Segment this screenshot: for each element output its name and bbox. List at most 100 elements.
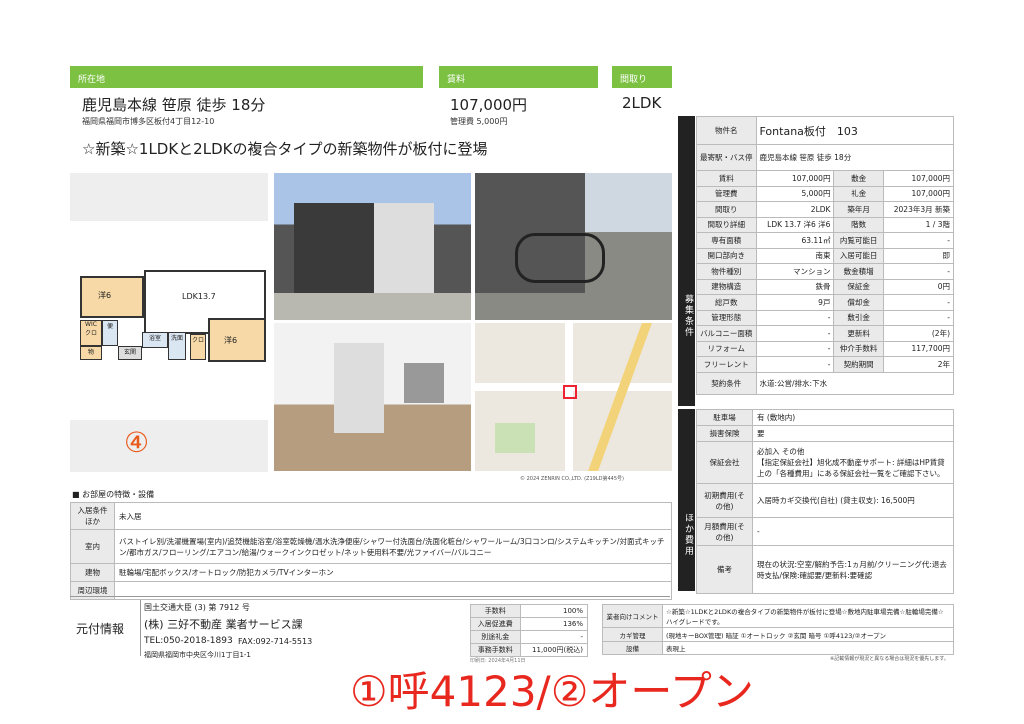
spec-row: 建物構造 鉄骨 保証金 0円 — [696, 278, 955, 295]
comment-table: 業者向けコメント ☆新築☆1LDKと2LDKの複合タイプの新築物件が板付に登場☆敷… — [602, 604, 954, 655]
agent-name: (株) 三好不動産 業者サービス課 — [144, 618, 303, 631]
spec-value: - — [755, 356, 835, 373]
spec-row: 間取り 2LDK 築年月 2023年3月 新築 — [696, 201, 955, 218]
spec-label: 敷引金 — [833, 309, 884, 326]
spec-row: 管理形態 - 敷引金 - — [696, 309, 955, 326]
floor-plan: 洋6 LDK13.7 洋6 WIC クロ 物 便 玄関 浴室 洗面 クロ — [72, 262, 268, 370]
spec-label: 管理形態 — [696, 309, 757, 326]
spec-row: 専有面積 63.11㎡ 内覧可能日 - — [696, 232, 955, 249]
spec-row: 間取り詳細 LDK 13.7 洋6 洋6 階数 1 / 3階 — [696, 216, 955, 233]
spec-label: バルコニー面積 — [696, 325, 757, 342]
admin-fee: 管理費 5,000円 — [450, 117, 508, 126]
feature-value: 未入居 — [114, 502, 672, 530]
spec-value: - — [755, 325, 835, 342]
fee-value: 136% — [519, 617, 588, 631]
spec-label: 敷金 — [833, 170, 884, 187]
rent-header: 賃料 — [439, 66, 598, 88]
feature-label: 室内 — [70, 529, 115, 564]
spec-table: 物件名 Fontana板付 103 最寄駅・バス停 鹿児島本線 笹原 徒歩 18分 … — [696, 116, 955, 395]
spec-label: 間取り詳細 — [696, 216, 757, 233]
spec-value: 5,000円 — [755, 185, 835, 202]
spec-row: フリーレント - 契約期間 2年 — [696, 356, 955, 373]
spec-value: - — [882, 309, 955, 326]
spec-label: 更新料 — [833, 325, 884, 342]
feature-row: 室内 バストイレ別/洗濯機置場(室内)/追焚機能浴室/浴室乾燥機/温水洗浄便座/シ… — [70, 529, 672, 564]
spec-value: 63.11㎡ — [755, 232, 835, 249]
spec-value: 0円 — [882, 278, 955, 295]
spec-label: 入居可能日 — [833, 247, 884, 264]
feature-value: バストイレ別/洗濯機置場(室内)/追焚機能浴室/浴室乾燥機/温水洗浄便座/シャワ… — [114, 529, 672, 564]
spec-value: - — [755, 309, 835, 326]
spec-label: 管理費 — [696, 185, 757, 202]
feature-row: 建物 駐輪場/宅配ボックス/オートロック/防犯カメラ/TVインターホン — [70, 563, 672, 582]
other-table: 駐車場有 (敷地内) 損害保険要 保証会社 必加入 その他 【指定保証会社】旭化成… — [696, 409, 954, 594]
bicycle-parking-photo — [475, 173, 672, 320]
map-photo — [475, 323, 672, 471]
spec-value: マンション — [755, 263, 835, 280]
spec-value: 107,000円 — [882, 170, 955, 187]
spec-value: LDK 13.7 洋6 洋6 — [755, 216, 835, 233]
spec-label: 賃料 — [696, 170, 757, 187]
station: 鹿児島本線 笹原 徒歩 18分 — [82, 96, 266, 114]
features-title: ■ お部屋の特徴・設備 — [72, 490, 155, 499]
agent-divider — [140, 600, 141, 656]
feature-label: 入居条件ほか — [70, 502, 115, 530]
plan-bottom-blank — [70, 420, 268, 472]
spec-value: 9戸 — [755, 294, 835, 311]
spec-label: 開口部向き — [696, 247, 757, 264]
fee-label: 入居促進費 — [470, 617, 521, 631]
catch-copy: ☆新築☆1LDKと2LDKの複合タイプの新築物件が板付に登場 — [82, 140, 488, 158]
map-caption: © 2024 ZENRIN CO.,LTD. (Z19LD第445号) — [520, 476, 624, 482]
spec-value: - — [882, 294, 955, 311]
feature-label: 建物 — [70, 563, 115, 582]
spec-value: (2年) — [882, 325, 955, 342]
spec-row: リフォーム - 仲介手数料 117,700円 — [696, 340, 955, 357]
spec-row: 物件種別 マンション 敷金積増 - — [696, 263, 955, 280]
spec-value: 2LDK — [755, 201, 835, 218]
spec-label: 仲介手数料 — [833, 340, 884, 357]
fee-value: 11,000円(税込) — [519, 643, 588, 657]
spec-value: - — [755, 340, 835, 357]
feature-value: 駐輪場/宅配ボックス/オートロック/防犯カメラ/TVインターホン — [114, 563, 672, 582]
fee-value: 100% — [519, 604, 588, 618]
recruit-side-label: 募集条件 — [678, 116, 695, 406]
location-header: 所在地 — [70, 66, 423, 88]
spec-label: 築年月 — [833, 201, 884, 218]
spec-row: 総戸数 9戸 償却金 - — [696, 294, 955, 311]
fee-row: 手数料 100% — [470, 604, 588, 618]
spec-label: 契約期間 — [833, 356, 884, 373]
other-side-label: ほか費用 — [678, 409, 695, 591]
address: 福岡県福岡市博多区板付4丁目12-10 — [82, 117, 215, 126]
spec-row: 開口部向き 南東 入居可能日即 — [696, 247, 955, 264]
spec-label: 礼金 — [833, 185, 884, 202]
fee-label: 別途礼金 — [470, 630, 521, 644]
fee-row: 別途礼金 - — [470, 630, 588, 644]
spec-value: 1 / 3階 — [882, 216, 955, 233]
fee-row: 入居促進費 136% — [470, 617, 588, 631]
spec-value: - — [882, 232, 955, 249]
interior-photo — [274, 323, 471, 471]
spec-value: - — [882, 263, 955, 280]
spec-value: 鉄骨 — [755, 278, 835, 295]
key-code-overlay: ①呼4123/②オープン — [350, 667, 754, 716]
layout-header: 間取り — [612, 66, 672, 88]
agent-tel: TEL:050-2018-1893 — [144, 636, 233, 646]
spec-label: 敷金積増 — [833, 263, 884, 280]
spec-label: フリーレント — [696, 356, 757, 373]
feature-row: 入居条件ほか 未入居 — [70, 502, 672, 530]
spec-value: 2年 — [882, 356, 955, 373]
spec-value: 南東 — [755, 247, 835, 264]
spec-label: 建物構造 — [696, 278, 757, 295]
fee-value: - — [519, 630, 588, 644]
license: 国土交通大臣 (3) 第 7912 号 — [144, 603, 250, 612]
divider — [70, 596, 670, 597]
spec-label: 間取り — [696, 201, 757, 218]
fee-row: 事務手数料 11,000円(税込) — [470, 643, 588, 657]
spec-row: 賃料 107,000円 敷金 107,000円 — [696, 170, 955, 187]
features-table: 入居条件ほか 未入居 室内 バストイレ別/洗濯機置場(室内)/追焚機能浴室/浴室乾燥機… — [70, 502, 672, 600]
spec-label: 保証金 — [833, 278, 884, 295]
spec-value: 即 — [882, 247, 955, 264]
spec-row: バルコニー面積 - 更新料 (2年) — [696, 325, 955, 342]
spec-label: 階数 — [833, 216, 884, 233]
notice: ※記載情報が現況と異なる場合は現況を優先します。 — [830, 656, 949, 662]
